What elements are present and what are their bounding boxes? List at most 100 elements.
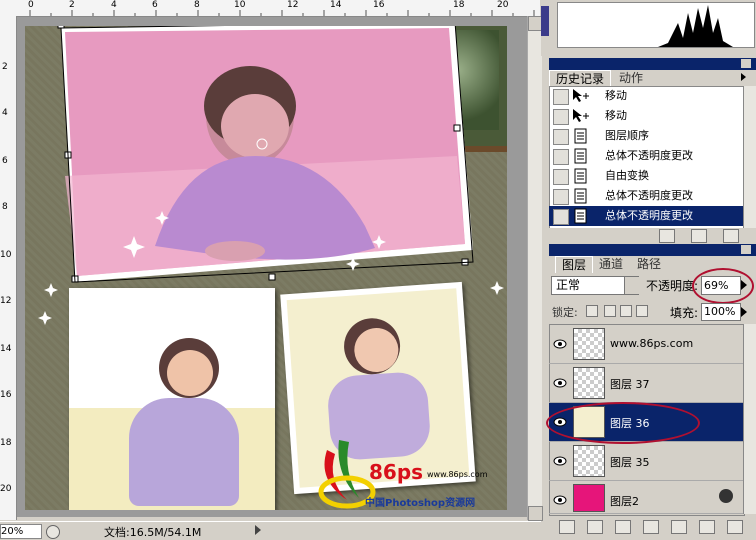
history-checkbox[interactable] — [553, 149, 569, 165]
layer-thumbnail — [573, 328, 605, 360]
tab-actions[interactable]: 动作 — [613, 70, 649, 86]
status-bar: 20% 文档:16.5M/54.1M — [0, 521, 541, 539]
ruler-number: 10 — [0, 250, 12, 260]
history-label: 总体不透明度更改 — [605, 189, 693, 202]
zoom-value: 20% — [1, 526, 24, 537]
adjustment-layer-icon[interactable] — [643, 520, 659, 534]
layer-name: 图层2 — [610, 495, 639, 508]
tab-history[interactable]: 历史记录 — [549, 70, 612, 87]
move-tool-icon — [573, 89, 589, 102]
layer-row[interactable]: www.86ps.com — [549, 325, 743, 364]
history-label: 移动 — [605, 109, 627, 122]
lock-transparency-icon[interactable] — [586, 305, 598, 317]
history-item[interactable]: 移动 — [549, 86, 743, 106]
lock-paint-icon[interactable] — [604, 305, 616, 317]
layer-effects-icon[interactable] — [719, 489, 733, 503]
tab-layers[interactable]: 图层 — [555, 256, 594, 273]
ruler-number: 14 — [0, 344, 12, 354]
blend-mode-value: 正常 — [556, 278, 581, 292]
history-item-selected[interactable]: 总体不透明度更改 — [549, 206, 743, 226]
layers-scrollbar[interactable] — [743, 324, 756, 514]
zoom-field[interactable]: 20% — [0, 524, 42, 539]
ruler-number: 0 — [28, 0, 34, 10]
panel-edge-tab[interactable] — [541, 6, 549, 36]
vertical-ruler[interactable]: 2 4 6 8 10 12 14 16 18 20 — [0, 16, 17, 520]
eye-icon[interactable] — [553, 337, 567, 351]
history-item[interactable]: 总体不透明度更改 — [549, 186, 743, 206]
trash-icon[interactable] — [727, 520, 743, 534]
history-checkbox[interactable] — [553, 129, 569, 145]
new-document-from-state-icon[interactable] — [659, 229, 675, 243]
layer-row[interactable]: 图层 35 — [549, 442, 743, 481]
ruler-number: 12 — [287, 0, 299, 10]
ruler-number: 12 — [0, 296, 12, 306]
histogram-graph — [558, 5, 733, 47]
ruler-number: 18 — [0, 438, 12, 448]
lock-all-icon[interactable] — [636, 305, 648, 317]
new-layer-icon[interactable] — [699, 520, 715, 534]
layer-row[interactable]: 图层2 — [549, 481, 743, 514]
document-canvas[interactable]: 86ps www.86ps.com 中国Photoshop资源网 — [25, 26, 507, 510]
new-group-icon[interactable] — [671, 520, 687, 534]
layer-row[interactable]: 图层 37 — [549, 364, 743, 403]
history-item[interactable]: 移动 — [549, 106, 743, 126]
ruler-ticks — [29, 10, 535, 16]
lock-label: 锁定: — [552, 306, 578, 319]
tab-channels[interactable]: 通道 — [593, 256, 629, 272]
history-checkbox[interactable] — [553, 209, 569, 225]
fill-slider-arrow-icon[interactable] — [741, 307, 747, 317]
eye-icon[interactable] — [553, 376, 567, 390]
layer-style-icon[interactable] — [587, 520, 603, 534]
navigator-panel — [541, 0, 756, 56]
ruler-number: 4 — [111, 0, 117, 10]
layer-mask-icon[interactable] — [615, 520, 631, 534]
layers-close-icon[interactable] — [741, 245, 751, 254]
ruler-number: 6 — [2, 156, 8, 166]
status-arrow-icon[interactable] — [255, 525, 261, 535]
history-item[interactable]: 图层顺序 — [549, 126, 743, 146]
layer-thumbnail — [573, 367, 605, 399]
history-scrollbar[interactable] — [743, 86, 756, 228]
horizontal-ruler[interactable]: 0 2 4 6 8 10 12 14 16 18 20 — [0, 0, 540, 17]
link-icon[interactable] — [559, 520, 575, 534]
history-label: 移动 — [605, 89, 627, 102]
ruler-number: 8 — [2, 202, 8, 212]
blend-mode-select[interactable]: 正常 — [551, 276, 639, 295]
chevron-down-icon[interactable] — [624, 277, 639, 294]
status-menu-icon[interactable] — [46, 525, 60, 539]
history-item[interactable]: 总体不透明度更改 — [549, 146, 743, 166]
history-checkbox[interactable] — [553, 169, 569, 185]
opacity-label: 不透明度: — [646, 279, 699, 293]
layer-name: 图层 35 — [610, 456, 650, 469]
layer-name: www.86ps.com — [610, 337, 694, 350]
history-menu-icon[interactable] — [741, 73, 746, 81]
history-item[interactable]: 自由变换 — [549, 166, 743, 186]
history-checkbox[interactable] — [553, 109, 569, 125]
lock-position-icon[interactable] — [620, 305, 632, 317]
eye-icon[interactable] — [553, 493, 567, 507]
tab-paths[interactable]: 路径 — [631, 256, 667, 272]
history-panel-titlebar[interactable] — [549, 58, 756, 70]
logo-tagline: 中国Photoshop资源网 — [365, 498, 476, 509]
history-label: 自由变换 — [605, 169, 649, 182]
history-checkbox[interactable] — [553, 89, 569, 105]
eye-icon[interactable] — [553, 454, 567, 468]
document-icon — [574, 168, 587, 184]
ruler-number: 2 — [2, 62, 8, 72]
layers-footer — [549, 516, 756, 538]
scroll-down-button[interactable] — [528, 506, 543, 521]
history-checkbox[interactable] — [553, 189, 569, 205]
layer-name: 图层 37 — [610, 378, 650, 391]
history-close-icon[interactable] — [741, 59, 751, 68]
camera-snapshot-icon[interactable] — [691, 229, 707, 243]
logo-brand-text: 86ps — [369, 460, 424, 484]
layer-thumbnail — [573, 484, 605, 512]
layers-panel-titlebar[interactable] — [549, 244, 756, 256]
trash-icon[interactable] — [723, 229, 739, 243]
ruler-number: 8 — [194, 0, 200, 10]
vertical-scrollbar[interactable] — [527, 16, 543, 521]
fill-input[interactable]: 100% — [701, 303, 741, 321]
opacity-highlight-circle — [692, 268, 754, 304]
child-photo-left[interactable] — [69, 288, 275, 510]
history-label: 总体不透明度更改 — [605, 149, 693, 162]
